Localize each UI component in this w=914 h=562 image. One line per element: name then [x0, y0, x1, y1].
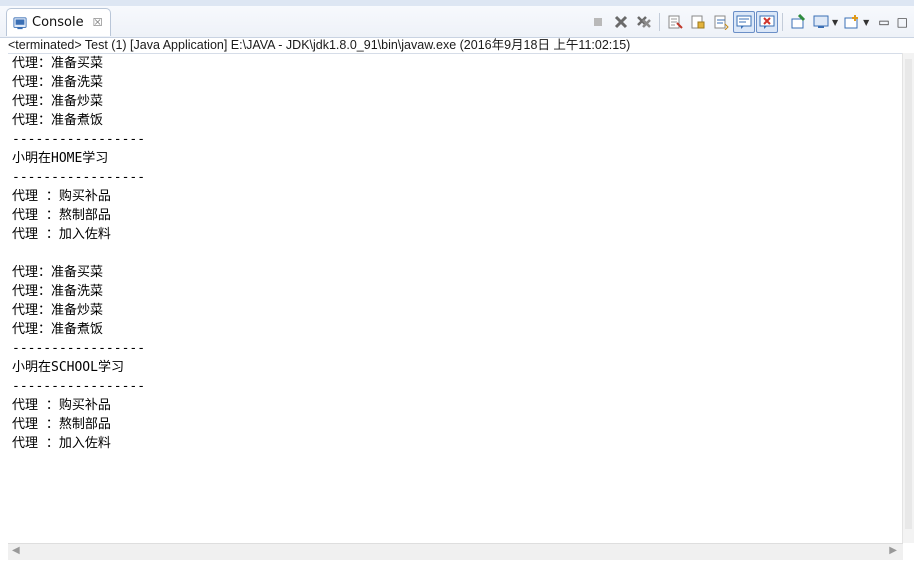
console-line: 代理 ：熬制部品 — [12, 417, 111, 432]
console-line: 小明在SCHOOL学习 — [12, 360, 124, 375]
console-line: 代理：准备炒菜 — [12, 303, 104, 318]
console-line: 代理 ：购买补品 — [12, 398, 111, 413]
word-wrap-button[interactable] — [710, 11, 732, 33]
horizontal-scrollbar[interactable]: ◀ ▶ — [8, 543, 903, 560]
remove-all-terminated-button[interactable] — [633, 11, 655, 33]
open-console-icon — [844, 15, 859, 29]
remove-launch-icon — [614, 15, 628, 29]
display-selected-console-button[interactable] — [810, 11, 832, 33]
view-tab-bar: Console ☒ ▼ ▼ ▭ □ — [0, 6, 914, 38]
console-line: 代理 ：购买补品 — [12, 189, 111, 204]
scroll-left-icon[interactable]: ◀ — [12, 545, 20, 556]
show-on-stdout-icon — [736, 15, 752, 29]
console-line: 代理：准备洗菜 — [12, 75, 104, 90]
console-line: ----------------- — [12, 341, 146, 356]
terminate-button[interactable] — [587, 11, 609, 33]
show-on-stderr-icon — [759, 15, 775, 29]
tab-label: Console — [32, 15, 84, 30]
console-line: 代理 ：加入佐料 — [12, 436, 111, 451]
console-line: 代理：准备洗菜 — [12, 284, 104, 299]
pin-console-icon — [791, 14, 806, 29]
console-icon — [13, 16, 27, 29]
console-line: 代理 ：加入佐料 — [12, 227, 111, 242]
toolbar-separator — [659, 13, 660, 31]
pin-console-button[interactable] — [787, 11, 809, 33]
console-line: 代理：准备煮饭 — [12, 322, 104, 337]
console-line: 代理：准备煮饭 — [12, 113, 104, 128]
remove-launch-button[interactable] — [610, 11, 632, 33]
display-selected-console-icon — [813, 15, 829, 28]
console-line: 代理：准备买菜 — [12, 265, 104, 280]
maximize-icon[interactable]: □ — [897, 15, 908, 29]
console-toolbar: ▼ ▼ ▭ □ — [587, 10, 908, 34]
clear-console-button[interactable] — [664, 11, 686, 33]
console-line: 小明在HOME学习 — [12, 151, 109, 166]
scroll-thumb[interactable] — [905, 59, 912, 529]
console-line: ----------------- — [12, 379, 146, 394]
console-output-area[interactable]: 代理：准备买菜 代理：准备洗菜 代理：准备炒菜 代理：准备煮饭 ------------… — [8, 53, 903, 544]
process-status-label: <terminated> Test (1) [Java Application]… — [8, 38, 631, 52]
chevron-down-icon[interactable]: ▼ — [832, 18, 838, 27]
console-line: 代理 ：熬制部品 — [12, 208, 111, 223]
scroll-lock-button[interactable] — [687, 11, 709, 33]
scroll-lock-icon — [691, 15, 705, 29]
console-line: ----------------- — [12, 132, 146, 147]
tab-console[interactable]: Console ☒ — [6, 8, 112, 36]
console-line: ----------------- — [12, 170, 146, 185]
vertical-scrollbar[interactable] — [902, 53, 914, 543]
remove-all-terminated-icon — [637, 16, 651, 28]
toolbar-separator — [782, 13, 783, 31]
open-console-button[interactable] — [841, 11, 863, 33]
clear-console-icon — [668, 15, 683, 29]
close-icon[interactable]: ☒ — [93, 16, 103, 29]
console-line: 代理：准备炒菜 — [12, 94, 104, 109]
minimize-icon[interactable]: ▭ — [878, 15, 889, 29]
scroll-right-icon[interactable]: ▶ — [889, 545, 897, 556]
show-on-stderr-toggle[interactable] — [756, 11, 778, 33]
chevron-down-icon[interactable]: ▼ — [863, 18, 869, 27]
console-line: 代理：准备买菜 — [12, 56, 104, 71]
show-on-stdout-toggle[interactable] — [733, 11, 755, 33]
terminate-icon — [594, 18, 602, 26]
word-wrap-icon — [714, 15, 729, 30]
